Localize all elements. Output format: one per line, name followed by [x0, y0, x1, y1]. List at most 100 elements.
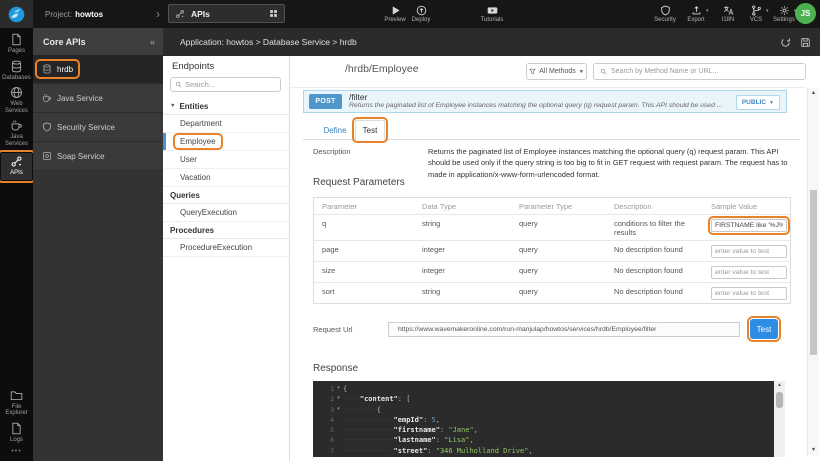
scroll-down-icon[interactable]: ▼ — [808, 447, 819, 453]
endpoint-group-entities[interactable]: ▼Entities — [163, 98, 289, 115]
editor-scrollbar[interactable]: ▲ — [774, 381, 785, 457]
sidebar-item-label: Web Services — [1, 101, 32, 114]
endpoint-group-label: Entities — [179, 102, 208, 111]
column-header: Parameter Type — [511, 198, 606, 214]
main-scrollbar[interactable]: ▲ ▼ — [807, 88, 819, 455]
description-label: Description — [313, 147, 351, 156]
column-header: Parameter — [314, 198, 414, 214]
sidebar-item-databases[interactable]: Databases — [1, 60, 32, 82]
response-code-editor[interactable]: 1▼{2▼----"content": [3▼--------{4-------… — [313, 381, 785, 457]
cell-parameter_type: query — [511, 215, 606, 240]
caret-down-icon: ▼ — [769, 100, 774, 106]
cell-description: No description found — [606, 241, 703, 261]
editor-scrollbar-thumb[interactable] — [776, 392, 783, 408]
scroll-up-icon[interactable]: ▲ — [808, 90, 819, 96]
token: "lastname" — [394, 436, 436, 444]
token: "346 Mulholland Drive" — [436, 447, 529, 455]
code-content: --------{ — [343, 405, 381, 415]
endpoint-item-department[interactable]: Department — [163, 115, 289, 133]
collapse-panel-icon[interactable]: « — [150, 37, 163, 47]
test-button[interactable]: Test — [750, 319, 778, 339]
folder-icon — [10, 389, 23, 402]
sidebar-item-pages[interactable]: Pages — [1, 33, 32, 55]
grid-icon[interactable] — [269, 9, 278, 18]
topbar-action-security[interactable]: Security — [650, 3, 680, 25]
apis-workspace-tab[interactable]: APIs — [168, 4, 285, 23]
endpoint-item-procedureexecution[interactable]: ProcedureExecution — [163, 239, 289, 257]
topbar-action-export[interactable]: ▾Export — [681, 3, 711, 25]
core-apis-panel: Core APIs « hrdbJava ServiceSecurity Ser… — [33, 28, 163, 461]
fold-spacer — [334, 435, 343, 445]
shield-icon — [42, 122, 52, 132]
code-line: 8------------"city": "Beverly Hills", — [313, 456, 785, 457]
endpoint-row-filter[interactable]: POST /filter Returns the paginated list … — [303, 90, 787, 113]
save-button[interactable] — [800, 37, 811, 48]
token: , — [469, 436, 473, 444]
token: : — [436, 436, 444, 444]
topbar-action-label: VCS — [750, 17, 762, 23]
topbar-action-i18n[interactable]: I18N — [713, 3, 743, 25]
sample-value-input-page[interactable] — [711, 245, 787, 258]
topbar-action-settings[interactable]: ▾Settings — [769, 3, 799, 25]
coffee-icon — [42, 93, 52, 103]
sample-value-input-sort[interactable] — [711, 287, 787, 300]
request-url-input[interactable]: https://www.wavemakeronline.com/run-manj… — [388, 322, 740, 337]
endpoint-search-input[interactable]: Search... — [170, 77, 281, 92]
endpoint-item-employee[interactable]: Employee — [163, 133, 289, 151]
core-api-item-content: hrdb — [38, 62, 77, 76]
topbar-action-tutorials[interactable]: Tutorials — [477, 3, 507, 25]
api-icon — [10, 155, 23, 168]
methods-filter-dropdown[interactable]: All Methods ▼ — [526, 63, 587, 80]
refresh-button[interactable] — [780, 37, 791, 48]
code-content: ------------"empId": 5, — [343, 415, 440, 425]
wavemaker-logo[interactable] — [0, 0, 33, 28]
sample-value-input-q[interactable] — [711, 219, 787, 232]
token: "Lisa" — [444, 436, 469, 444]
more-options-dots[interactable]: ••• — [11, 448, 21, 455]
line-number: 2 — [313, 394, 334, 404]
topbar-action-vcs[interactable]: ▾VCS — [741, 3, 771, 25]
core-api-item-java-service[interactable]: Java Service — [33, 84, 163, 113]
scroll-up-icon[interactable]: ▲ — [774, 382, 785, 388]
endpoint-item-user[interactable]: User — [163, 151, 289, 169]
left-icon-rail: Pages Databases Web Services Java Services A… — [0, 28, 33, 461]
code-content: { — [343, 384, 347, 394]
request-parameters-title: Request Parameters — [313, 177, 405, 188]
sidebar-item-file-explorer[interactable]: File Explorer — [1, 389, 32, 417]
main-scrollbar-thumb[interactable] — [810, 190, 817, 355]
code-line: 5------------"firstname": "Jane", — [313, 425, 785, 435]
method-search-input[interactable]: Search by Method Name or URL... — [593, 63, 806, 80]
endpoint-item-queryexecution[interactable]: QueryExecution — [163, 204, 289, 222]
sidebar-item-logs[interactable]: Logs — [1, 422, 32, 444]
document-icon — [10, 33, 23, 46]
sidebar-item-java-services[interactable]: Java Services — [1, 119, 32, 147]
visibility-dropdown[interactable]: PUBLIC ▼ — [736, 95, 780, 110]
core-api-item-security-service[interactable]: Security Service — [33, 113, 163, 142]
sidebar-item-apis[interactable]: APIs — [1, 153, 32, 180]
endpoint-item-label: ProcedureExecution — [176, 242, 256, 253]
tab-define[interactable]: Define — [315, 120, 355, 140]
code-line: 4------------"empId": 5, — [313, 415, 785, 425]
code-line: 3▼--------{ — [313, 405, 785, 415]
coffee-icon — [10, 119, 23, 132]
core-api-item-hrdb[interactable]: hrdb — [33, 55, 163, 84]
header-divider — [290, 87, 806, 88]
endpoint-item-vacation[interactable]: Vacation — [163, 169, 289, 187]
tab-test[interactable]: Test — [355, 120, 385, 140]
sample-value-input-size[interactable] — [711, 266, 787, 279]
database-icon — [10, 60, 23, 73]
table-header-row: ParameterData TypeParameter TypeDescript… — [314, 198, 790, 215]
column-header: Sample Value — [703, 198, 787, 214]
response-title: Response — [313, 363, 358, 374]
core-api-item-soap-service[interactable]: Soap Service — [33, 142, 163, 171]
cell-data_type: string — [414, 283, 511, 303]
chevron-right-icon: › — [156, 0, 160, 28]
topbar-action-label: Preview — [384, 17, 405, 23]
caret-down-icon: ▾ — [706, 8, 709, 14]
indent-guide: ------------ — [343, 447, 394, 455]
topbar-action-deploy[interactable]: Deploy — [406, 3, 436, 25]
topbar-action-label: Export — [687, 17, 704, 23]
sidebar-item-web-services[interactable]: Web Services — [1, 86, 32, 114]
cell-sample-value — [703, 241, 787, 261]
cell-parameter: sort — [314, 283, 414, 303]
